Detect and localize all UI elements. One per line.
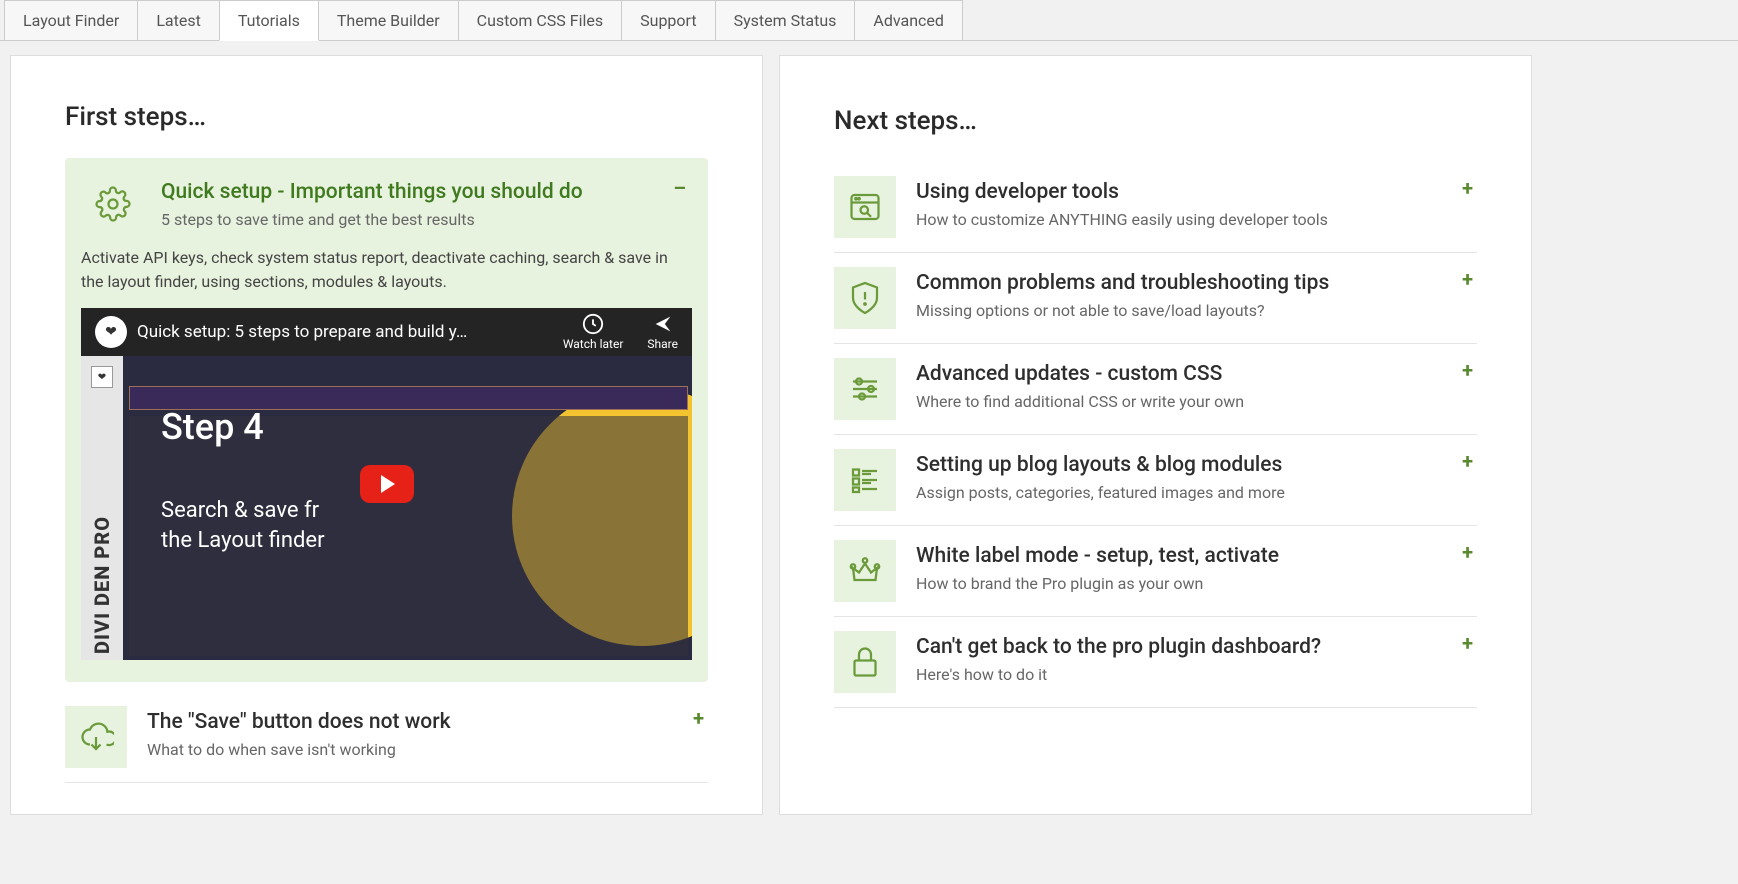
tutorial-video[interactable]: ❤ Quick setup: 5 steps to prepare and bu…	[81, 308, 692, 660]
accordion-subtitle: How to brand the Pro plugin as your own	[916, 574, 1477, 593]
first-steps-heading: First steps…	[65, 102, 708, 132]
next-steps-heading: Next steps…	[834, 106, 1477, 136]
accordion-title: Can't get back to the pro plugin dashboa…	[916, 635, 1477, 659]
expand-icon[interactable]: +	[1462, 178, 1473, 198]
download-cloud-icon	[65, 706, 127, 768]
first-steps-panel: First steps… Quick setup - Important thi…	[10, 55, 763, 815]
accordion-subtitle: Where to find additional CSS or write yo…	[916, 392, 1477, 411]
tab-theme-builder[interactable]: Theme Builder	[318, 0, 459, 41]
next-steps-panel: Next steps… Using developer tools How to…	[779, 55, 1532, 815]
accordion-troubleshooting[interactable]: Common problems and troubleshooting tips…	[834, 253, 1477, 344]
accordion-dashboard-access[interactable]: Can't get back to the pro plugin dashboa…	[834, 617, 1477, 708]
tab-support[interactable]: Support	[621, 0, 715, 41]
accordion-custom-css[interactable]: Advanced updates - custom CSS Where to f…	[834, 344, 1477, 435]
accordion-dev-tools[interactable]: Using developer tools How to customize A…	[834, 162, 1477, 253]
expand-icon[interactable]: +	[1462, 451, 1473, 471]
crown-icon	[834, 540, 896, 602]
accordion-description: Activate API keys, check system status r…	[81, 246, 692, 294]
tab-custom-css-files[interactable]: Custom CSS Files	[458, 0, 622, 41]
accordion-subtitle: How to customize ANYTHING easily using d…	[916, 210, 1477, 229]
accordion-title: White label mode - setup, test, activate	[916, 544, 1477, 568]
expand-icon[interactable]: +	[693, 708, 704, 728]
accordion-save-button[interactable]: The "Save" button does not work What to …	[65, 692, 708, 783]
sliders-icon	[834, 358, 896, 420]
tab-system-status[interactable]: System Status	[715, 0, 856, 41]
accordion-title: The "Save" button does not work	[147, 710, 708, 734]
accordion-title: Quick setup - Important things you shoul…	[161, 180, 692, 204]
tab-layout-finder[interactable]: Layout Finder	[4, 0, 138, 41]
accordion-title: Setting up blog layouts & blog modules	[916, 453, 1477, 477]
video-step-label: Step 4	[161, 406, 325, 448]
accordion-blog-layouts[interactable]: Setting up blog layouts & blog modules A…	[834, 435, 1477, 526]
lock-icon	[834, 631, 896, 693]
shield-alert-icon	[834, 267, 896, 329]
browser-search-icon	[834, 176, 896, 238]
tab-tutorials[interactable]: Tutorials	[219, 0, 319, 41]
collapse-icon[interactable]: –	[673, 178, 686, 198]
video-watch-later[interactable]: Watch later	[563, 313, 624, 351]
accordion-subtitle: What to do when save isn't working	[147, 740, 708, 759]
accordion-subtitle: Here's how to do it	[916, 665, 1477, 684]
tab-advanced[interactable]: Advanced	[854, 0, 963, 41]
video-sidebar-text: DIVI DEN PRO	[90, 516, 114, 654]
accordion-subtitle: 5 steps to save time and get the best re…	[161, 210, 692, 229]
accordion-title: Common problems and troubleshooting tips	[916, 271, 1477, 295]
video-play-button[interactable]	[360, 465, 414, 503]
video-channel-avatar: ❤	[95, 316, 127, 348]
expand-icon[interactable]: +	[1462, 360, 1473, 380]
video-share[interactable]: Share	[647, 313, 678, 351]
video-instruction: Search & save fr the Layout finder	[161, 496, 325, 555]
expand-icon[interactable]: +	[1462, 633, 1473, 653]
accordion-white-label[interactable]: White label mode - setup, test, activate…	[834, 526, 1477, 617]
expand-icon[interactable]: +	[1462, 269, 1473, 289]
accordion-title: Using developer tools	[916, 180, 1477, 204]
accordion-title: Advanced updates - custom CSS	[916, 362, 1477, 386]
expand-icon[interactable]: +	[1462, 542, 1473, 562]
accordion-quick-setup[interactable]: Quick setup - Important things you shoul…	[65, 158, 708, 682]
accordion-subtitle: Assign posts, categories, featured image…	[916, 483, 1477, 502]
gear-icon	[85, 176, 141, 232]
tab-bar: Layout Finder Latest Tutorials Theme Bui…	[0, 0, 1738, 41]
accordion-subtitle: Missing options or not able to save/load…	[916, 301, 1477, 320]
tab-latest[interactable]: Latest	[137, 0, 220, 41]
list-icon	[834, 449, 896, 511]
video-title: Quick setup: 5 steps to prepare and buil…	[137, 322, 563, 342]
